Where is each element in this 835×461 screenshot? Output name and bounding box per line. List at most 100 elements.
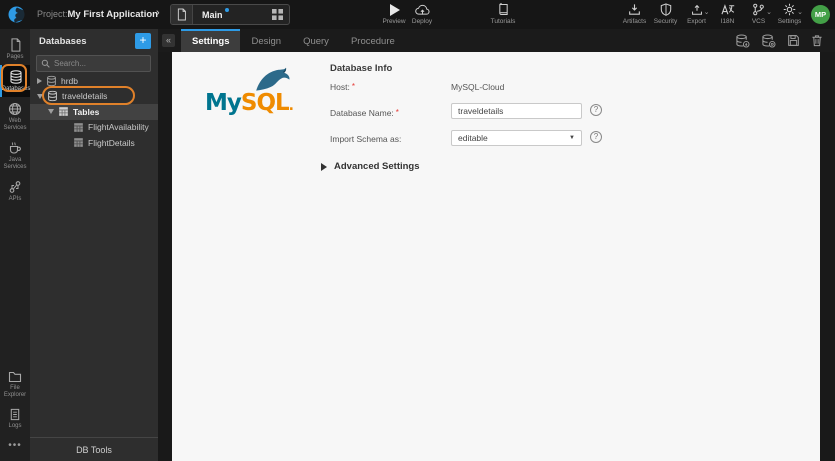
import-schema-value: editable bbox=[458, 133, 488, 143]
database-name-input[interactable] bbox=[451, 103, 582, 119]
api-nodes-icon bbox=[8, 180, 22, 194]
i18n-button[interactable]: I18N bbox=[712, 3, 743, 25]
sidebar-item-web-services[interactable]: Web Services bbox=[0, 97, 30, 136]
security-button[interactable]: Security bbox=[650, 3, 681, 25]
tab-settings[interactable]: Settings bbox=[181, 29, 241, 52]
section-title: Database Info bbox=[330, 63, 393, 74]
save-icon[interactable] bbox=[787, 34, 800, 47]
more-options-icon[interactable]: ••• bbox=[0, 434, 30, 461]
wavemaker-logo-icon[interactable] bbox=[8, 6, 25, 23]
artifacts-label: Artifacts bbox=[622, 18, 647, 25]
collapse-panel-button[interactable]: « bbox=[162, 34, 175, 47]
tab-bar: « Settings Design Query Procedure bbox=[158, 29, 835, 52]
table-icon bbox=[58, 106, 69, 117]
sidebar-item-logs[interactable]: Logs bbox=[0, 403, 30, 434]
folder-icon bbox=[8, 371, 22, 383]
tree-item-label: Tables bbox=[73, 106, 100, 117]
sidebar-item-label: APIs bbox=[8, 196, 22, 202]
sidebar-item-pages[interactable]: Pages bbox=[0, 33, 30, 65]
page-switcher[interactable]: Main bbox=[170, 4, 290, 25]
caret-down-icon[interactable] bbox=[48, 109, 54, 115]
help-icon[interactable]: ? bbox=[590, 131, 602, 143]
caret-right-icon[interactable] bbox=[37, 77, 42, 84]
tutorials-button[interactable]: Tutorials bbox=[486, 3, 520, 25]
caret-down-icon[interactable] bbox=[37, 93, 43, 99]
deploy-label: Deploy bbox=[411, 18, 433, 25]
branch-icon: ⌄ bbox=[752, 3, 772, 16]
help-icon[interactable]: ? bbox=[590, 104, 602, 116]
search-box[interactable] bbox=[36, 55, 151, 72]
settings-button[interactable]: ⌄ Settings bbox=[774, 3, 805, 25]
database-name-label: Database Name: * bbox=[330, 108, 399, 118]
db-pull-icon[interactable] bbox=[735, 34, 750, 48]
mysql-wordmark: MySQL. bbox=[205, 90, 294, 116]
database-icon bbox=[47, 90, 58, 102]
tree-item-tables[interactable]: Tables bbox=[30, 104, 158, 120]
vcs-button[interactable]: ⌄ VCS bbox=[743, 3, 774, 25]
delete-icon[interactable] bbox=[811, 34, 823, 47]
advanced-settings-toggle[interactable]: Advanced Settings bbox=[321, 161, 420, 172]
db-tools-button[interactable]: DB Tools bbox=[30, 437, 158, 461]
log-file-icon bbox=[9, 408, 21, 421]
sidebar-item-label: Logs bbox=[8, 423, 22, 429]
db-export-icon[interactable] bbox=[761, 34, 776, 48]
sidebar-item-apis[interactable]: APIs bbox=[0, 175, 30, 207]
chevron-down-icon: ⌄ bbox=[766, 9, 772, 16]
play-icon bbox=[389, 3, 400, 16]
dolphin-icon bbox=[253, 66, 295, 92]
user-avatar[interactable]: MP bbox=[811, 5, 830, 24]
tree-item-hrdb[interactable]: hrdb bbox=[30, 73, 158, 89]
project-label: Project: bbox=[37, 9, 68, 19]
artifacts-button[interactable]: Artifacts bbox=[619, 3, 650, 25]
tree-item-flightavailability[interactable]: FlightAvailability bbox=[30, 120, 158, 136]
settings-label: Settings bbox=[777, 18, 802, 25]
breadcrumb-chevron-icon: › bbox=[156, 7, 160, 19]
tree-item-flightdetails[interactable]: FlightDetails bbox=[30, 135, 158, 151]
page-file-icon[interactable] bbox=[171, 5, 193, 24]
book-icon bbox=[498, 3, 509, 16]
topbar-right-actions: Artifacts Security ⌄ Export I18N ⌄ VCS ⌄… bbox=[619, 3, 805, 25]
tutorials-label: Tutorials bbox=[490, 18, 516, 25]
cloud-upload-icon bbox=[414, 3, 430, 16]
globe-icon bbox=[8, 102, 22, 116]
export-label: Export bbox=[687, 18, 706, 25]
page-icon bbox=[9, 38, 22, 52]
app-window: Project:My First Application › Main Prev… bbox=[0, 0, 835, 461]
import-schema-select[interactable]: editable ▼ bbox=[451, 130, 582, 146]
sidebar-item-java-services[interactable]: Java Services bbox=[0, 136, 30, 175]
sidebar-item-databases[interactable]: Databases bbox=[0, 65, 30, 97]
search-icon bbox=[41, 59, 50, 68]
vcs-label: VCS bbox=[751, 18, 766, 25]
advanced-settings-label: Advanced Settings bbox=[334, 161, 420, 172]
deploy-button[interactable]: Deploy bbox=[405, 3, 439, 25]
gear-icon: ⌄ bbox=[783, 3, 803, 16]
i18n-label: I18N bbox=[720, 18, 735, 25]
sidebar-item-label: Databases bbox=[1, 86, 31, 92]
required-marker: * bbox=[351, 82, 355, 91]
sidebar-item-label: Web Services bbox=[3, 118, 27, 131]
security-label: Security bbox=[653, 18, 678, 25]
chevron-down-icon: ⌄ bbox=[797, 9, 803, 16]
dashboard-grid-icon[interactable] bbox=[265, 9, 289, 20]
tree-item-label: traveldetails bbox=[62, 91, 108, 102]
sidebar-item-file-explorer[interactable]: File Explorer bbox=[0, 366, 30, 403]
add-database-button[interactable]: + bbox=[135, 33, 151, 49]
tree-item-traveldetails[interactable]: traveldetails bbox=[30, 89, 158, 105]
project-breadcrumb: Project:My First Application bbox=[37, 9, 158, 20]
search-input[interactable] bbox=[54, 59, 146, 68]
sidebar-item-label: Pages bbox=[6, 54, 24, 60]
panel-title: Databases bbox=[39, 36, 87, 47]
topbar: Project:My First Application › Main Prev… bbox=[0, 0, 835, 29]
database-icon bbox=[46, 75, 57, 87]
required-marker: * bbox=[395, 108, 399, 117]
download-tray-icon bbox=[628, 3, 641, 16]
main-area: « Settings Design Query Procedure MySQL.… bbox=[158, 29, 835, 461]
tab-query[interactable]: Query bbox=[292, 29, 340, 52]
upload-icon: ⌄ bbox=[691, 3, 710, 16]
export-button[interactable]: ⌄ Export bbox=[681, 3, 712, 25]
database-tree: hrdb traveldetails Tables FlightAvailabi… bbox=[30, 73, 158, 151]
tab-procedure[interactable]: Procedure bbox=[340, 29, 406, 52]
tab-design[interactable]: Design bbox=[240, 29, 292, 52]
host-value: MySQL-Cloud bbox=[451, 82, 505, 92]
